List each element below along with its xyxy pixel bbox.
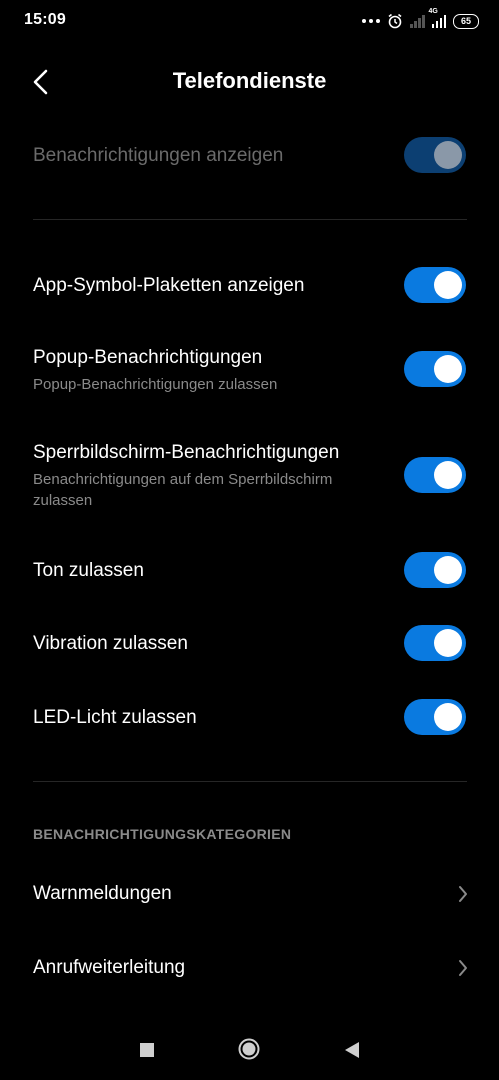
alarm-icon — [388, 13, 402, 29]
battery-icon: 65 — [453, 13, 479, 29]
category-item-call-forwarding[interactable]: Anrufweiterleitung — [0, 942, 499, 994]
show-notifications-toggle[interactable] — [404, 137, 466, 173]
led-setting-label: LED-Licht zulassen — [33, 707, 197, 728]
lockscreen-toggle[interactable] — [404, 457, 466, 493]
divider — [33, 219, 467, 220]
status-time: 15:09 — [24, 11, 66, 28]
toggle-knob — [434, 355, 462, 383]
sound-toggle[interactable] — [404, 552, 466, 588]
category-item-label: Anrufweiterleitung — [33, 957, 186, 978]
show-notifications-label: Benachrichtigungen anzeigen — [33, 145, 284, 166]
chevron-right-icon — [459, 886, 467, 902]
more-notifications-icon — [362, 19, 380, 23]
network-type: 4G — [428, 8, 438, 15]
popup-toggle[interactable] — [404, 351, 466, 387]
popup-setting-description: Popup-Benachrichtigungen zulassen — [33, 376, 278, 393]
signal-sim2-icon: 4G — [429, 8, 446, 28]
badge-toggle[interactable] — [404, 267, 466, 303]
category-item-label: Warnmeldungen — [33, 883, 172, 904]
toggle-knob — [434, 629, 462, 657]
divider — [33, 781, 467, 782]
vibration-toggle[interactable] — [404, 625, 466, 661]
vibration-setting-label: Vibration zulassen — [33, 633, 188, 654]
recents-button[interactable] — [140, 1043, 154, 1057]
toggle-knob — [434, 556, 462, 584]
category-item-warnings[interactable]: Warnmeldungen — [0, 868, 499, 920]
toggle-knob — [434, 141, 462, 169]
chevron-right-icon — [459, 960, 467, 976]
home-button[interactable] — [238, 1038, 260, 1060]
led-toggle[interactable] — [404, 699, 466, 735]
popup-setting-label: Popup-Benachrichtigungen — [33, 347, 263, 368]
page-title: Telefondienste — [172, 68, 327, 93]
sound-setting-label: Ton zulassen — [33, 560, 144, 581]
toggle-knob — [434, 703, 462, 731]
status-icons: 4G 65 — [362, 8, 479, 32]
toggle-knob — [434, 271, 462, 299]
toggle-knob — [434, 461, 462, 489]
signal-sim1-icon — [410, 14, 425, 28]
categories-heading: BENACHRICHTIGUNGSKATEGORIEN — [33, 826, 292, 842]
lockscreen-setting-description: Benachrichtigungen auf dem Sperrbildschi… — [33, 471, 333, 509]
nav-back-button[interactable] — [344, 1041, 360, 1059]
badge-setting-label: App-Symbol-Plaketten anzeigen — [33, 275, 305, 296]
lockscreen-setting-label: Sperrbildschirm-Benachrichtigungen — [33, 442, 340, 463]
